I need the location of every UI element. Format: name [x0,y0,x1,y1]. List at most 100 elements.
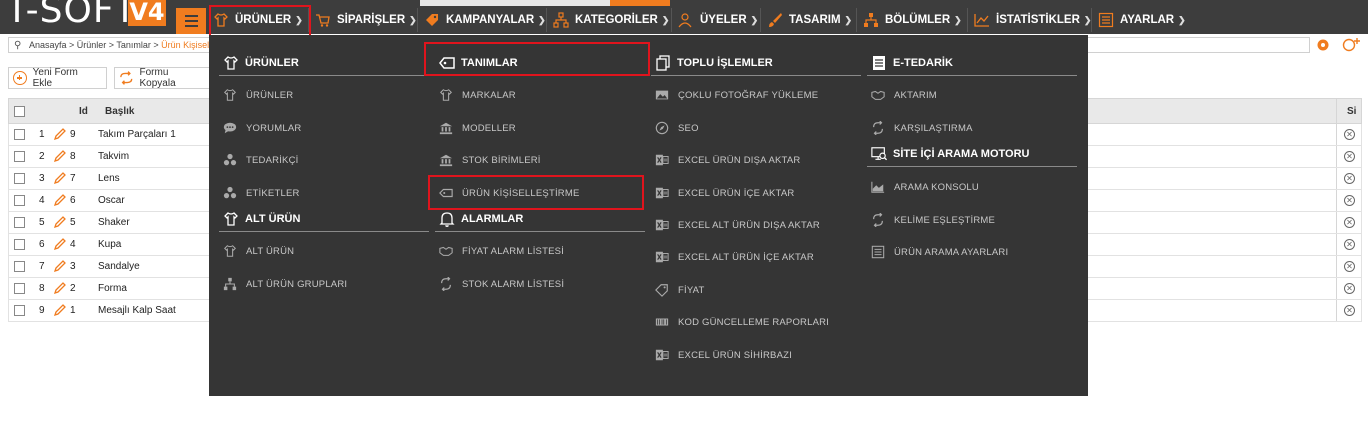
chart-icon [974,14,989,27]
edit-pencil-icon[interactable] [53,215,67,232]
nav-kategoriler[interactable]: KATEGORİLER ❯ [553,6,669,34]
row-checkbox[interactable] [14,305,25,316]
row-checkbox[interactable] [14,129,25,140]
add-shortcut-button[interactable] [1341,38,1361,52]
delete-row-icon[interactable]: ✕ [1344,261,1355,272]
row-id: 1 [70,305,76,316]
delete-row-icon[interactable]: ✕ [1344,173,1355,184]
edit-pencil-icon[interactable] [53,281,67,298]
logo[interactable]: T-SOFT V4 [0,0,172,34]
copy-form-button[interactable]: Formu Kopyala [114,67,210,89]
menu-item-yorumlar[interactable]: YORUMLAR [223,120,301,136]
header-id[interactable]: Id [79,106,88,117]
chevron-down-icon: ❯ [954,14,962,25]
nav-tasarim[interactable]: TASARIM ❯ [767,6,852,34]
select-all-checkbox[interactable] [14,106,25,117]
cubes-icon [223,153,237,166]
edit-pencil-icon[interactable] [53,259,67,276]
row-number: 3 [39,173,45,184]
nav-ayarlar[interactable]: AYARLAR ❯ [1098,6,1186,34]
menu-item-toplu[interactable]: EXCEL ALT ÜRÜN DIŞA AKTAR [655,217,820,233]
column-divider [1336,124,1337,145]
menu-item-fiyat-alarm[interactable]: FİYAT ALARM LİSTESİ [439,243,564,259]
edit-pencil-icon[interactable] [53,303,67,320]
menu-item-urun-arama-ayarlari[interactable]: ÜRÜN ARAMA AYARLARI [871,244,1008,260]
menu-item-toplu[interactable]: EXCEL ALT ÜRÜN İÇE AKTAR [655,249,814,265]
delete-row-icon[interactable]: ✕ [1344,129,1355,140]
menu-item-toplu[interactable]: SEO [655,120,699,136]
row-title: Mesajlı Kalp Saat [98,305,176,316]
row-checkbox[interactable] [14,151,25,162]
menu-item-modeller[interactable]: MODELLER [439,120,516,136]
row-id: 8 [70,151,76,162]
nav-uyeler[interactable]: ÜYELER ❯ [678,6,758,34]
delete-row-icon[interactable]: ✕ [1344,305,1355,316]
menu-item-kelime-eslestirme[interactable]: KELİME EŞLEŞTİRME [871,212,995,228]
header-title[interactable]: Başlık [105,106,134,117]
edit-pencil-icon[interactable] [53,127,67,144]
menu-item-label: AKTARIM [894,89,937,101]
row-checkbox[interactable] [14,195,25,206]
menu-item-label: EXCEL ALT ÜRÜN DIŞA AKTAR [678,219,820,231]
plus-circle-icon [13,71,27,85]
menu-item-toplu[interactable]: ÇOKLU FOTOĞRAF YÜKLEME [655,87,818,103]
nav-bolumler[interactable]: BÖLÜMLER ❯ [863,6,962,34]
chevron-down-icon: ❯ [750,14,759,25]
row-checkbox[interactable] [14,283,25,294]
menu-item-alt-urun-gruplari[interactable]: ALT ÜRÜN GRUPLARI [223,276,347,292]
row-checkbox[interactable] [14,261,25,272]
menu-item-toplu[interactable]: EXCEL ÜRÜN SİHİRBAZI [655,347,792,363]
nav-istatistikler[interactable]: İSTATİSTİKLER ❯ [974,6,1091,34]
menu-item-urunler[interactable]: ÜRÜNLER [223,87,293,103]
delete-row-icon[interactable]: ✕ [1344,239,1355,250]
menu-item-stok-birimleri[interactable]: STOK BİRİMLERİ [439,152,541,168]
menu-item-toplu[interactable]: FİYAT [655,282,705,298]
section-title: ALT ÜRÜN [245,213,301,225]
nav-siparisler[interactable]: SİPARİŞLER ❯ [315,6,417,34]
menu-item-etiketler[interactable]: ETİKETLER [223,185,300,201]
menu-item-karsilastirma[interactable]: KARŞILAŞTIRMA [871,120,973,136]
edit-pencil-icon[interactable] [53,149,67,166]
hamburger-menu-button[interactable] [176,8,206,34]
menu-item-alt-urun[interactable]: ALT ÜRÜN [223,243,294,259]
menu-item-tedarikci[interactable]: TEDARİKÇİ [223,152,298,168]
menu-item-markalar[interactable]: MARKALAR [439,87,516,103]
delete-row-icon[interactable]: ✕ [1344,283,1355,294]
menu-item-toplu[interactable]: EXCEL ÜRÜN İÇE AKTAR [655,185,794,201]
delete-row-icon[interactable]: ✕ [1344,217,1355,228]
menu-item-toplu[interactable]: EXCEL ÜRÜN DIŞA AKTAR [655,152,800,168]
section-urunler-title: ÜRÜNLER [223,53,299,73]
nav-label: KAMPANYALAR [446,14,535,26]
row-checkbox[interactable] [14,217,25,228]
breadcrumb-path[interactable]: Anasayfa > Ürünler > Tanımlar > [29,40,161,50]
breadcrumb-current: Ürün Kişisel [161,40,210,50]
column-divider [1336,212,1337,233]
edit-pencil-icon[interactable] [53,193,67,210]
nav-label: ÜYELER [700,14,747,26]
row-checkbox[interactable] [14,173,25,184]
row-id: 4 [70,239,76,250]
handshake-icon [871,90,885,100]
edit-pencil-icon[interactable] [53,237,67,254]
row-number: 2 [39,151,45,162]
new-form-button[interactable]: Yeni Form Ekle [8,67,107,89]
row-checkbox[interactable] [14,239,25,250]
menu-item-toplu[interactable]: KOD GÜNCELLEME RAPORLARI [655,314,829,330]
area-chart-icon [871,181,885,193]
record-button[interactable] [1315,38,1331,52]
highlight-urun-kisisellestirme [428,175,644,210]
delete-row-icon[interactable]: ✕ [1344,151,1355,162]
nav-kampanyalar[interactable]: KAMPANYALAR ❯ [424,6,546,34]
row-title: Oscar [98,195,125,206]
menu-item-arama-konsolu[interactable]: ARAMA KONSOLU [871,179,979,195]
row-title: Takvim [98,151,130,162]
section-title: E-TEDARİK [893,57,953,69]
menu-item-stok-alarm[interactable]: STOK ALARM LİSTESİ [439,276,564,292]
menu-item-aktarim[interactable]: AKTARIM [871,87,937,103]
edit-pencil-icon[interactable] [53,171,67,188]
delete-row-icon[interactable]: ✕ [1344,195,1355,206]
barcode-icon [655,318,669,326]
menu-item-label: EXCEL ALT ÜRÜN İÇE AKTAR [678,251,814,263]
cubes-icon [223,186,237,199]
row-id: 3 [70,261,76,272]
